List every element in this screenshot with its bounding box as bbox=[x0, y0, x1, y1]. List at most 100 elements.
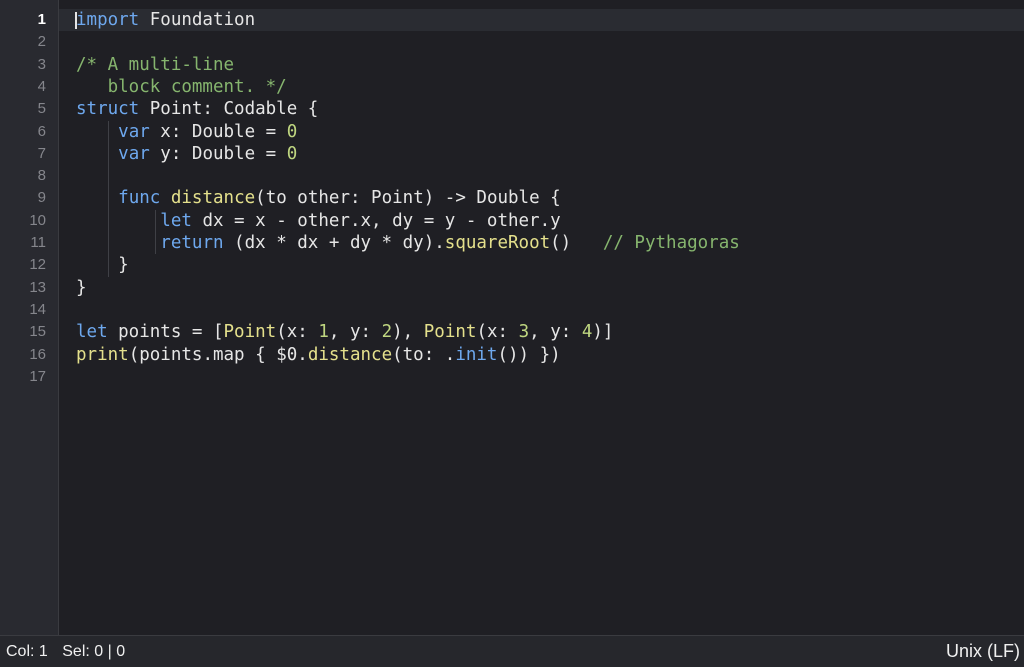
code-token: Point bbox=[223, 322, 277, 343]
line-number: 6 bbox=[37, 122, 46, 140]
code-line[interactable]: } bbox=[59, 254, 1024, 276]
code-line[interactable]: func distance(to other: Point) -> Double… bbox=[59, 187, 1024, 209]
indent-guide bbox=[155, 209, 156, 255]
line-number: 1 bbox=[37, 11, 46, 28]
line-number: 10 bbox=[29, 211, 46, 229]
line-number: 17 bbox=[29, 367, 46, 385]
code-line-text: var y: Double = 0 bbox=[76, 143, 297, 165]
code-line[interactable]: struct Point: Codable { bbox=[59, 98, 1024, 120]
code-area[interactable]: import Foundation /* A multi-line block c… bbox=[59, 0, 1024, 635]
code-line-text: struct Point: Codable { bbox=[76, 98, 318, 120]
code-token: (dx * dx + dy * dy). bbox=[223, 233, 445, 253]
code-line-text: } bbox=[76, 277, 87, 299]
code-line[interactable]: block comment. */ bbox=[59, 76, 1024, 98]
code-line[interactable]: return (dx * dx + dy * dy).squareRoot() … bbox=[59, 232, 1024, 254]
code-token: print bbox=[76, 344, 129, 365]
code-line-text: func distance(to other: Point) -> Double… bbox=[76, 187, 561, 209]
code-line[interactable] bbox=[59, 31, 1024, 53]
code-line-text: import Foundation bbox=[76, 9, 255, 31]
code-line[interactable]: print(points.map { $0.distance(to: .init… bbox=[59, 344, 1024, 366]
line-number: 14 bbox=[29, 300, 46, 318]
code-token: () bbox=[550, 233, 603, 253]
code-token: 4 bbox=[581, 322, 593, 343]
cursor-column-status: Col: 1 bbox=[6, 643, 48, 660]
code-token: ()) }) bbox=[497, 344, 561, 365]
line-number: 4 bbox=[37, 77, 46, 95]
status-bar: Col: 1 Sel: 0 | 0 Unix (LF) bbox=[0, 635, 1024, 667]
code-token: distance bbox=[170, 188, 256, 209]
code-line[interactable] bbox=[59, 299, 1024, 321]
code-token: squareRoot bbox=[444, 233, 551, 253]
code-token: 2 bbox=[381, 322, 393, 343]
code-token: dx = x - other.x, dy = y - other.y bbox=[191, 210, 561, 231]
line-number: 9 bbox=[37, 189, 46, 207]
code-line-text: let dx = x - other.x, dy = y - other.y bbox=[76, 210, 561, 232]
line-number: 8 bbox=[37, 167, 46, 185]
code-token: (to other: Point) -> Double { bbox=[255, 188, 561, 209]
line-number: 16 bbox=[29, 345, 46, 363]
code-line[interactable]: let points = [Point(x: 1, y: 2), Point(x… bbox=[59, 321, 1024, 343]
code-token: distance bbox=[307, 344, 393, 365]
line-number: 12 bbox=[29, 256, 46, 274]
code-line[interactable] bbox=[59, 366, 1024, 388]
code-line[interactable] bbox=[59, 165, 1024, 187]
indent-guide bbox=[108, 120, 109, 277]
code-line[interactable]: import Foundation bbox=[59, 9, 1024, 32]
code-line-text: block comment. */ bbox=[76, 76, 287, 98]
code-token: var bbox=[118, 121, 150, 142]
code-editor[interactable]: 1 2 3 4 5 6 7 8 9 10 11 12 13 14 15 16 17 import Foundat… bbox=[0, 0, 1024, 635]
code-token: , y: bbox=[529, 322, 582, 343]
code-token: Point: Codable { bbox=[139, 99, 319, 120]
status-left: Col: 1 Sel: 0 | 0 bbox=[6, 636, 135, 667]
code-token: init bbox=[455, 344, 498, 365]
code-token: points = [ bbox=[107, 322, 224, 343]
code-line[interactable]: } bbox=[59, 277, 1024, 299]
code-line[interactable]: var x: Double = 0 bbox=[59, 121, 1024, 143]
code-token: 3 bbox=[518, 322, 530, 343]
code-token: (points.map { $0. bbox=[128, 344, 308, 365]
code-token: 0 bbox=[286, 143, 298, 164]
line-number: 15 bbox=[29, 323, 46, 341]
code-line[interactable]: var y: Double = 0 bbox=[59, 143, 1024, 165]
code-token: )] bbox=[592, 322, 614, 343]
code-token: } bbox=[76, 277, 87, 298]
code-token: (x: bbox=[276, 322, 319, 343]
code-token: import bbox=[76, 10, 140, 30]
code-line[interactable]: let dx = x - other.x, dy = y - other.y bbox=[59, 210, 1024, 232]
code-token: ), bbox=[392, 322, 424, 343]
line-number: 13 bbox=[29, 278, 46, 296]
code-line-text: let points = [Point(x: 1, y: 2), Point(x… bbox=[76, 321, 613, 343]
line-number: 7 bbox=[37, 144, 46, 162]
code-token: Point bbox=[423, 322, 477, 343]
code-token: var bbox=[118, 143, 150, 164]
code-token: block comment. */ bbox=[76, 76, 287, 97]
code-token: , y: bbox=[328, 322, 382, 343]
code-token: } bbox=[76, 255, 129, 276]
line-ending-selector[interactable]: Unix (LF) bbox=[946, 636, 1020, 667]
code-line-text: return (dx * dx + dy * dy).squareRoot() … bbox=[76, 232, 740, 254]
code-token: 1 bbox=[318, 322, 329, 343]
code-line-text: print(points.map { $0.distance(to: .init… bbox=[76, 344, 561, 366]
line-number-gutter: 1 2 3 4 5 6 7 8 9 10 11 12 13 14 15 16 17 bbox=[0, 0, 59, 635]
code-token: let bbox=[160, 210, 192, 231]
selection-status: Sel: 0 | 0 bbox=[62, 643, 126, 660]
code-line-text: var x: Double = 0 bbox=[76, 121, 297, 143]
code-line[interactable]: /* A multi-line bbox=[59, 54, 1024, 76]
line-number: 11 bbox=[30, 234, 46, 251]
code-token: 0 bbox=[286, 121, 298, 142]
line-number: 3 bbox=[37, 55, 46, 73]
code-token: (x: bbox=[476, 322, 519, 343]
code-token: Foundation bbox=[139, 10, 256, 30]
code-token: (to: . bbox=[392, 344, 456, 365]
code-token: // Pythagoras bbox=[602, 233, 740, 253]
code-token: let bbox=[76, 322, 108, 343]
code-token: x: Double = bbox=[149, 121, 287, 142]
code-token: return bbox=[160, 233, 224, 253]
code-line-text: } bbox=[76, 254, 129, 276]
